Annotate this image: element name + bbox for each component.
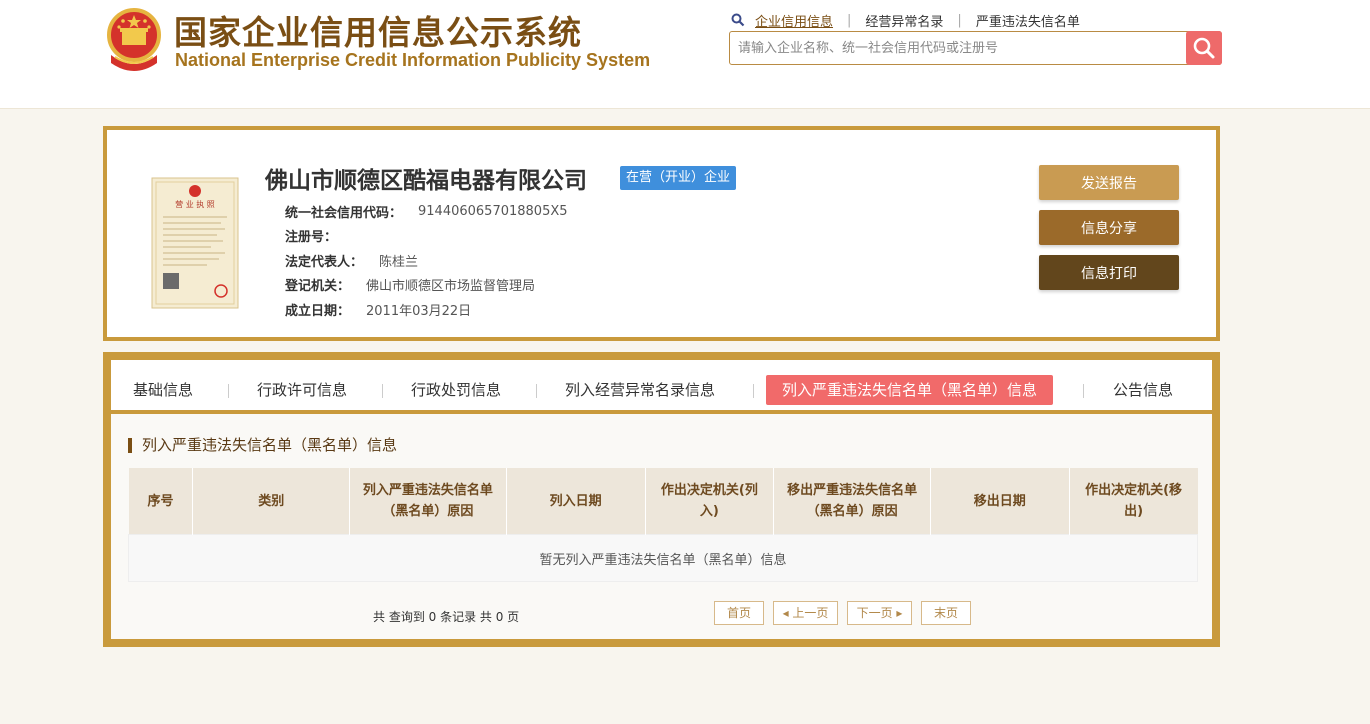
pagination-summary: 共 查询到 0 条记录 共 0 页 — [373, 610, 520, 624]
search-box — [729, 31, 1222, 65]
tab-separator — [753, 384, 754, 398]
column-header: 作出决定机关(列入) — [645, 468, 775, 535]
nav-enterprise-credit[interactable]: 企业信用信息 — [745, 11, 847, 30]
table-row: 暂无列入严重违法失信名单（黑名单）信息 — [128, 534, 1198, 582]
company-name: 佛山市顺德区酷福电器有限公司 — [265, 168, 587, 194]
field-value: 9144060657018805X5 — [418, 203, 568, 219]
section-title: 列入严重违法失信名单（黑名单）信息 — [128, 438, 397, 453]
site-header: 国家企业信用信息公示系统 National Enterprise Credit … — [0, 0, 1370, 109]
column-header: 列入严重违法失信名单（黑名单）原因 — [349, 468, 507, 535]
field-credit-code: 统一社会信用代码： 9144060657018805X5 — [285, 199, 568, 224]
company-info-panel: 营 业 执 照 佛山市顺德区酷福电器有限公司 在营（开业）企业 统一社会信用代码… — [103, 126, 1220, 341]
tab-admin-penalty[interactable]: 行政处罚信息 — [411, 375, 501, 405]
search-button[interactable] — [1186, 31, 1222, 65]
detail-content: 基础信息 行政许可信息 行政处罚信息 列入经营异常名录信息 列入严重违法失信名单… — [111, 360, 1212, 639]
column-header: 作出决定机关(移出) — [1069, 468, 1198, 535]
tab-abnormal-list[interactable]: 列入经营异常名录信息 — [565, 375, 715, 405]
field-label: 统一社会信用代码： — [285, 205, 403, 221]
top-navigation: 企业信用信息 | 经营异常名录 | 严重违法失信名单 — [731, 10, 1094, 30]
field-label: 登记机关： — [285, 279, 351, 295]
field-value: 陈桂兰 — [379, 254, 419, 270]
tab-basic-info[interactable]: 基础信息 — [133, 375, 193, 405]
site-subtitle: National Enterprise Credit Information P… — [175, 50, 651, 70]
print-button[interactable]: 信息打印 — [1039, 255, 1179, 290]
field-value: 2011年03月22日 — [366, 303, 472, 319]
field-label: 注册号： — [285, 230, 338, 246]
tab-blacklist[interactable]: 列入严重违法失信名单（黑名单）信息 — [766, 375, 1054, 405]
tab-separator — [536, 384, 537, 398]
search-small-icon — [731, 13, 745, 27]
field-label: 成立日期： — [285, 303, 351, 319]
field-value: 佛山市顺德区市场监督管理局 — [366, 279, 536, 295]
nav-abnormal-list[interactable]: 经营异常名录 — [851, 11, 957, 30]
column-header: 列入日期 — [506, 468, 646, 535]
field-legal-representative: 法定代表人： 陈桂兰 — [285, 248, 568, 273]
status-badge: 在营（开业）企业 — [620, 166, 737, 190]
tab-separator — [382, 384, 383, 398]
prev-page-button[interactable]: ◂ 上一页 — [773, 601, 838, 625]
search-input[interactable] — [730, 32, 1185, 64]
first-page-button[interactable]: 首页 — [714, 601, 764, 625]
field-establishment-date: 成立日期： 2011年03月22日 — [285, 297, 568, 322]
next-page-button[interactable]: 下一页 ▸ — [847, 601, 912, 625]
send-report-button[interactable]: 发送报告 — [1039, 165, 1179, 200]
column-header: 移出日期 — [930, 468, 1070, 535]
search-icon — [1193, 37, 1215, 59]
site-title: 国家企业信用信息公示系统 — [174, 13, 582, 52]
field-registration-authority: 登记机关： 佛山市顺德区市场监督管理局 — [285, 273, 568, 298]
national-emblem-icon — [107, 8, 161, 71]
detail-panel: 基础信息 行政许可信息 行政处罚信息 列入经营异常名录信息 列入严重违法失信名单… — [103, 352, 1220, 647]
empty-message: 暂无列入严重违法失信名单（黑名单）信息 — [128, 534, 1198, 582]
company-fields: 统一社会信用代码： 9144060657018805X5 注册号： 法定代表人：… — [285, 199, 568, 322]
column-header: 序号 — [128, 468, 194, 535]
tab-separator — [228, 384, 229, 398]
table-header-row: 序号 类别 列入严重违法失信名单（黑名单）原因 列入日期 作出决定机关(列入) … — [128, 468, 1198, 535]
field-registration-number: 注册号： — [285, 224, 568, 249]
blacklist-table: 序号 类别 列入严重违法失信名单（黑名单）原因 列入日期 作出决定机关(列入) … — [128, 468, 1198, 582]
svg-text:营 业 执 照: 营 业 执 照 — [175, 199, 215, 209]
share-button[interactable]: 信息分享 — [1039, 210, 1179, 245]
field-label: 法定代表人： — [285, 254, 364, 270]
column-header: 移出严重违法失信名单（黑名单）原因 — [773, 468, 931, 535]
tab-bar: 基础信息 行政许可信息 行政处罚信息 列入经营异常名录信息 列入严重违法失信名单… — [111, 360, 1212, 414]
column-header: 类别 — [192, 468, 351, 535]
last-page-button[interactable]: 末页 — [921, 601, 971, 625]
tab-separator — [1083, 384, 1084, 398]
tab-admin-license[interactable]: 行政许可信息 — [257, 375, 347, 405]
business-license-image: 营 业 执 照 — [151, 177, 239, 309]
nav-blacklist[interactable]: 严重违法失信名单 — [962, 11, 1094, 30]
tab-announcements[interactable]: 公告信息 — [1113, 375, 1173, 405]
